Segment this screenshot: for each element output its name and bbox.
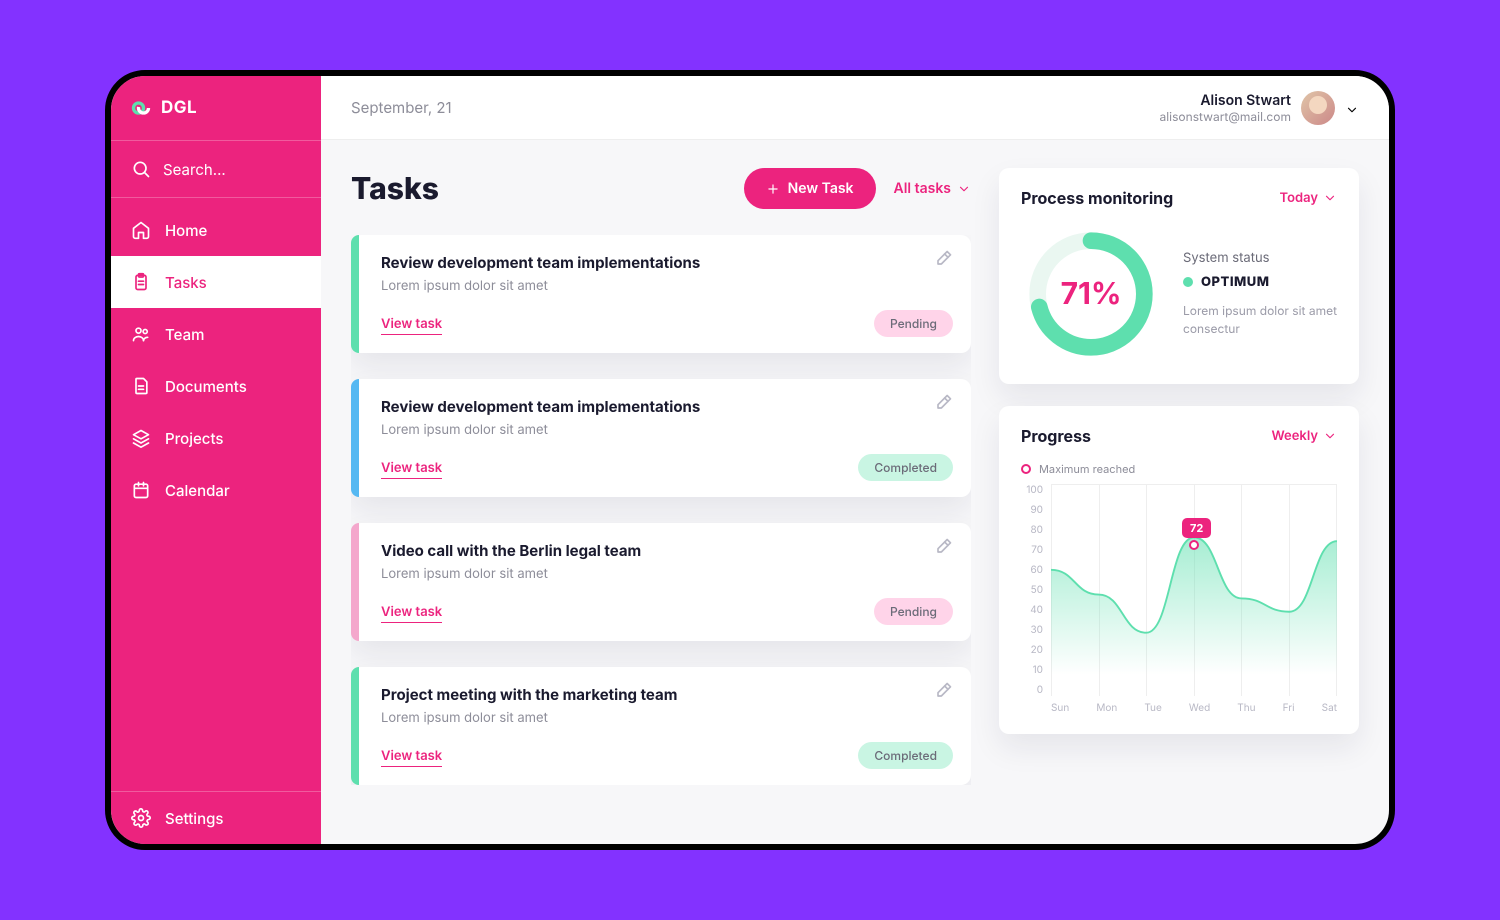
status-value: OPTIMUM [1201,274,1270,290]
brand: DGL [111,76,321,141]
status-badge: Pending [874,310,953,337]
legend-marker-icon [1021,464,1031,474]
task-card: Video call with the Berlin legal team Lo… [351,523,971,641]
topbar: September, 21 Alison Stwart alisonstwart… [321,76,1389,140]
status-badge: Completed [858,454,953,481]
sidebar-item-projects[interactable]: Projects [111,412,321,464]
task-stripe [351,235,359,353]
status-description: Lorem ipsum dolor sit amet consectur [1183,302,1337,338]
sidebar-item-calendar[interactable]: Calendar [111,464,321,516]
view-task-link[interactable]: View task [381,316,442,335]
edit-icon[interactable] [933,393,953,413]
tasks-column: Tasks New Task All tasks Review developm… [351,168,971,816]
content: Tasks New Task All tasks Review developm… [321,140,1389,844]
donut-chart: 71% [1021,224,1161,364]
chart-legend: Maximum reached [1021,462,1337,476]
filter-label: All tasks [894,180,951,197]
app-frame: DGL Home Tasks Team Documents [105,70,1395,850]
search-input[interactable] [163,160,301,179]
view-task-link[interactable]: View task [381,460,442,479]
sidebar-item-label: Calendar [165,481,230,500]
task-stripe [351,379,359,497]
tasks-filter[interactable]: All tasks [894,180,971,197]
sidebar-item-label: Documents [165,377,247,396]
view-task-link[interactable]: View task [381,604,442,623]
chevron-down-icon [957,182,971,196]
user-menu[interactable]: Alison Stwart alisonstwart@mail.com [1160,91,1359,125]
task-title: Review development team implementations [381,253,949,272]
current-date: September, 21 [351,98,452,117]
tasks-header: Tasks New Task All tasks [351,168,971,209]
progress-panel: Progress Weekly Maximum reached 10090807… [999,406,1359,734]
progress-filter[interactable]: Weekly [1271,428,1337,444]
panel-title: Progress [1021,426,1091,446]
nav: Home Tasks Team Documents Projects Calen… [111,198,321,791]
task-card: Project meeting with the marketing team … [351,667,971,785]
gear-icon [131,808,151,828]
new-task-button[interactable]: New Task [744,168,876,209]
sidebar-item-label: Settings [165,809,223,828]
sidebar: DGL Home Tasks Team Documents [111,76,321,844]
chevron-down-icon [1323,191,1337,205]
chevron-down-icon [1345,101,1359,115]
process-filter[interactable]: Today [1280,190,1338,206]
donut-value: 71% [1021,224,1161,364]
view-task-link[interactable]: View task [381,748,442,767]
progress-chart: 1009080706050403020100 72 SunMonTueWedTh… [1021,484,1337,714]
task-stripe [351,667,359,785]
status-badge: Completed [858,742,953,769]
brand-name: DGL [161,98,197,118]
sidebar-item-settings[interactable]: Settings [111,791,321,844]
sidebar-item-team[interactable]: Team [111,308,321,360]
task-subtitle: Lorem ipsum dolor sit amet [381,566,949,582]
task-title: Review development team implementations [381,397,949,416]
main: September, 21 Alison Stwart alisonstwart… [321,76,1389,844]
task-card: Review development team implementations … [351,379,971,497]
sidebar-item-documents[interactable]: Documents [111,360,321,412]
task-subtitle: Lorem ipsum dolor sit amet [381,710,949,726]
status-dot-icon [1183,277,1193,287]
avatar [1301,91,1335,125]
panel-title: Process monitoring [1021,188,1173,208]
calendar-icon [131,480,151,500]
logo-icon [131,98,151,118]
task-stripe [351,523,359,641]
task-list: Review development team implementations … [351,235,971,785]
sidebar-item-label: Team [165,325,204,344]
chevron-down-icon [1323,429,1337,443]
task-title: Video call with the Berlin legal team [381,541,949,560]
status-badge: Pending [874,598,953,625]
task-subtitle: Lorem ipsum dolor sit amet [381,422,949,438]
home-icon [131,220,151,240]
widgets-column: Process monitoring Today 71% [999,168,1359,816]
layers-icon [131,428,151,448]
process-panel: Process monitoring Today 71% [999,168,1359,384]
user-email: alisonstwart@mail.com [1160,109,1291,124]
sidebar-item-tasks[interactable]: Tasks [111,256,321,308]
user-name: Alison Stwart [1160,92,1291,109]
document-icon [131,376,151,396]
search-icon [131,159,151,179]
team-icon [131,324,151,344]
sidebar-item-label: Projects [165,429,224,448]
status-label: System status [1183,250,1337,266]
edit-icon[interactable] [933,537,953,557]
page-title: Tasks [351,171,726,207]
task-subtitle: Lorem ipsum dolor sit amet [381,278,949,294]
new-task-label: New Task [788,180,854,197]
sidebar-item-home[interactable]: Home [111,204,321,256]
task-title: Project meeting with the marketing team [381,685,949,704]
peak-badge: 72 [1182,518,1211,538]
clipboard-icon [131,272,151,292]
edit-icon[interactable] [933,249,953,269]
edit-icon[interactable] [933,681,953,701]
sidebar-item-label: Tasks [165,273,207,292]
plus-icon [766,182,780,196]
sidebar-item-label: Home [165,221,207,240]
sidebar-search[interactable] [111,141,321,198]
task-card: Review development team implementations … [351,235,971,353]
